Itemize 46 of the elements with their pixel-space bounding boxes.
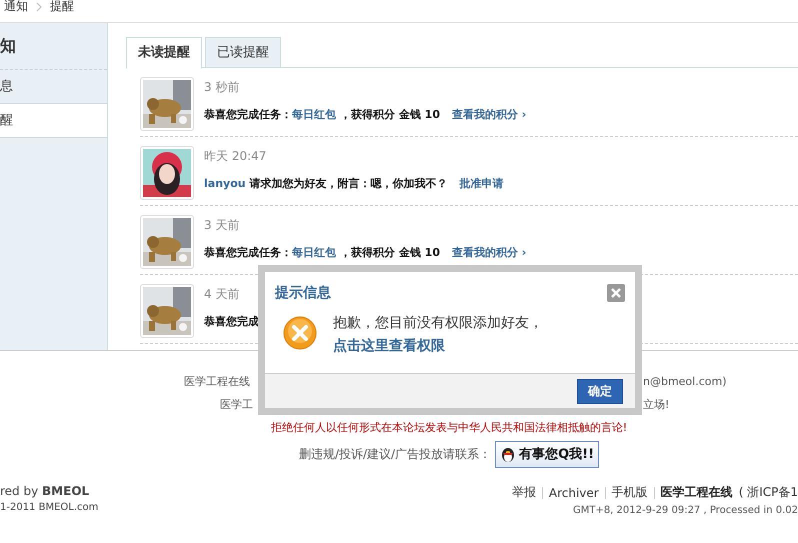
- error-icon: [283, 316, 317, 350]
- footer-text: 立场!: [643, 397, 670, 413]
- notice-text: ，获得积分 金钱 10: [340, 108, 440, 121]
- qq-contact-button[interactable]: 有事您Q我!!: [495, 440, 600, 468]
- sidebar-item[interactable]: 醒: [0, 104, 107, 138]
- footer-text: 医学工: [220, 397, 253, 413]
- footer-text: 医学工程在线: [184, 374, 250, 390]
- copyright-text: 1-2011 BMEOL.com: [0, 502, 98, 513]
- notice-action-link[interactable]: 查看我的积分 ›: [452, 246, 526, 259]
- notice-time: 3 秒前: [204, 79, 240, 96]
- confirm-button[interactable]: 确定: [577, 378, 623, 404]
- notice-link[interactable]: 每日红包: [292, 246, 336, 259]
- notice-time: 昨天 20:47: [204, 148, 268, 165]
- notice-text: 恭喜您完成任务：: [204, 246, 292, 259]
- breadcrumb-link[interactable]: 通知: [4, 0, 28, 12]
- tab[interactable]: 已读提醒: [205, 37, 281, 68]
- contact-label: 删违规/投诉/建议/广告投放请联系：: [298, 446, 492, 462]
- warning-text: 拒绝任何人以任何形式在本论坛发表与中华人民共和国法律相抵触的言论!: [270, 420, 628, 436]
- notice-text: 恭喜您完成任务：: [204, 108, 292, 121]
- chevron-icon: [36, 0, 42, 12]
- notice-link[interactable]: 每日红包: [292, 108, 336, 121]
- footer-link[interactable]: 举报: [512, 484, 536, 501]
- breadcrumb-link[interactable]: 提醒: [50, 0, 74, 12]
- icp-text: ( 浙ICP备1: [738, 484, 798, 501]
- notice-text: ，获得积分 金钱 10: [340, 246, 440, 259]
- permissions-link[interactable]: 点击这里查看权限: [333, 338, 445, 354]
- close-button[interactable]: [607, 284, 625, 302]
- notice-text: 请求加您为好友，附言：嗯，你加我不？: [250, 177, 448, 190]
- notice-time: 4 天前: [204, 286, 240, 303]
- footer-text: n@bmeol.com): [643, 374, 727, 390]
- powered-by-text: red by BMEOL: [0, 484, 90, 498]
- footer-link[interactable]: Archiver: [548, 486, 599, 500]
- notice-time: 3 天前: [204, 217, 240, 234]
- notice-text: 恭喜您完成: [204, 315, 259, 328]
- penguin-icon: [500, 445, 516, 463]
- footer-link[interactable]: 手机版: [612, 484, 648, 501]
- notice-action-link[interactable]: 批准申请: [460, 177, 504, 190]
- site-link[interactable]: 医学工程在线: [660, 484, 733, 501]
- sidebar-title: 知: [0, 23, 107, 70]
- dialog-message: 抱歉，您目前没有权限添加好友， 点击这里查看权限: [333, 314, 544, 356]
- close-icon: [611, 288, 621, 298]
- tab[interactable]: 未读提醒: [126, 37, 202, 69]
- notice-link[interactable]: lanyou: [204, 177, 246, 190]
- notice-action-link[interactable]: 查看我的积分 ›: [452, 108, 526, 121]
- server-time-text: GMT+8, 2012-9-29 09:27 , Processed in 0.02: [572, 505, 798, 516]
- dialog-title: 提示信息: [275, 284, 331, 302]
